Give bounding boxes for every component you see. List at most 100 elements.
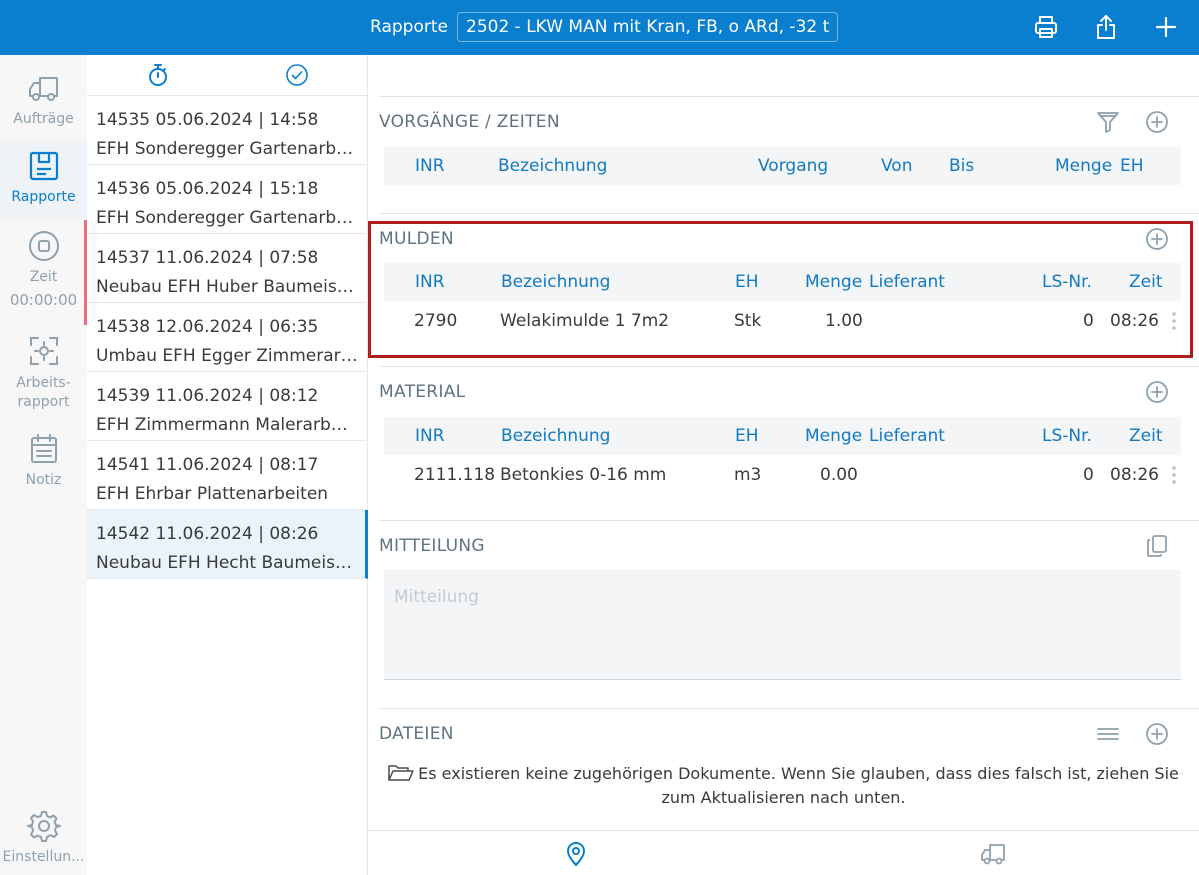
list-item-title: EFH Sonderegger Gartenarbeiten	[96, 139, 358, 159]
add-circle-icon[interactable]	[1145, 110, 1169, 134]
nav-item-einstellungen[interactable]: Einstellun...	[0, 809, 87, 865]
col-vorgang: Vorgang	[758, 156, 829, 176]
list-menu-icon[interactable]	[1096, 722, 1120, 746]
nav-item-auftraege[interactable]: Aufträge	[0, 71, 87, 127]
col-eh: EH	[735, 272, 759, 292]
cell-zeit: 08:26	[1110, 465, 1159, 485]
report-detail: VORGÄNGE / ZEITEN INR Bezeichnung Vorgan…	[368, 55, 1199, 830]
col-bis: Bis	[949, 156, 975, 176]
report-icon	[29, 151, 58, 181]
row-menu-icon[interactable]	[1172, 466, 1176, 484]
copy-icon[interactable]	[1145, 534, 1169, 558]
nav-label-notiz: Notiz	[25, 472, 62, 488]
nav-label-arbeitsrapport: Arbeits-rapport	[16, 375, 71, 410]
divider	[379, 708, 1199, 709]
list-item-header: 14542 11.06.2024 | 08:26	[96, 524, 319, 544]
divider	[379, 96, 1199, 97]
cell-lsnr: 0	[1083, 311, 1094, 331]
cell-bezeichnung: Betonkies 0-16 mm	[500, 465, 667, 485]
list-item[interactable]: 14536 05.06.2024 | 15:18 EFH Sonderegger…	[87, 165, 366, 234]
stopwatch-icon[interactable]	[146, 63, 170, 87]
filter-icon[interactable]	[1096, 110, 1120, 134]
list-item-header: 14538 12.06.2024 | 06:35	[96, 317, 319, 337]
check-circle-icon[interactable]	[285, 63, 309, 87]
cell-menge: 0.00	[820, 465, 858, 485]
cell-bezeichnung: Welakimulde 1 7m2	[500, 311, 670, 331]
printer-icon[interactable]	[1033, 14, 1059, 40]
col-bezeichnung: Bezeichnung	[501, 426, 611, 446]
list-item-header: 14537 11.06.2024 | 07:58	[96, 248, 319, 268]
col-menge: Menge	[1055, 156, 1113, 176]
list-item-header: 14536 05.06.2024 | 15:18	[96, 179, 319, 199]
timer-value: 00:00:00	[9, 291, 78, 309]
cell-eh: m3	[734, 465, 762, 485]
cell-inr: 2111.118	[414, 465, 496, 485]
col-inr: INR	[415, 156, 445, 176]
vorgaenge-table-header: INR Bezeichnung Vorgang Von Bis Menge EH	[384, 147, 1181, 185]
mitteilung-placeholder: Mitteilung	[394, 587, 479, 607]
list-item-header: 14539 11.06.2024 | 08:12	[96, 386, 319, 406]
section-title-mulden: MULDEN	[379, 229, 454, 249]
bottom-bar	[368, 830, 1199, 875]
list-item-title: Neubau EFH Huber Baumeisterarbeiten	[96, 277, 358, 297]
top-bar: Rapporte 2502 - LKW MAN mit Kran, FB, o …	[0, 0, 1199, 55]
nav-item-notiz[interactable]: Notiz	[0, 432, 87, 488]
add-circle-icon[interactable]	[1145, 722, 1169, 746]
divider	[379, 520, 1199, 521]
col-inr: INR	[415, 426, 445, 446]
cell-zeit: 08:26	[1110, 311, 1159, 331]
nav-label-einstellungen: Einstellun...	[2, 849, 85, 865]
col-lieferant: Lieferant	[869, 426, 945, 446]
col-eh: EH	[1120, 156, 1144, 176]
truck-icon[interactable]	[980, 841, 1006, 867]
mitteilung-field[interactable]: Mitteilung	[384, 570, 1181, 680]
nav-label-zeit: Zeit	[29, 269, 58, 285]
files-empty-text: Es existieren keine zugehörigen Dokument…	[418, 764, 1179, 807]
share-icon[interactable]	[1093, 14, 1119, 40]
add-circle-icon[interactable]	[1145, 227, 1169, 251]
col-von: Von	[881, 156, 913, 176]
gear-icon	[26, 811, 61, 842]
add-circle-icon[interactable]	[1145, 380, 1169, 404]
folder-open-icon	[388, 765, 414, 781]
list-item-header: 14535 05.06.2024 | 14:58	[96, 110, 319, 130]
col-lsnr: LS-Nr.	[1042, 426, 1092, 446]
truck-icon	[28, 77, 58, 101]
nav-item-arbeitsrapport[interactable]: Arbeits-rapport	[0, 334, 87, 412]
row-menu-icon[interactable]	[1172, 312, 1176, 330]
col-menge: Menge	[805, 426, 863, 446]
col-lsnr: LS-Nr.	[1042, 272, 1092, 292]
section-title-mitteilung: MITTEILUNG	[379, 536, 485, 556]
cell-inr: 2790	[414, 311, 458, 331]
cell-menge: 1.00	[825, 311, 863, 331]
section-title-vorgaenge: VORGÄNGE / ZEITEN	[379, 112, 560, 132]
calendar-icon	[30, 434, 57, 463]
side-nav: Aufträge Rapporte Zeit 00:00:00 Arbeits-…	[0, 55, 87, 875]
nav-item-zeit[interactable]: Zeit 00:00:00	[0, 229, 87, 309]
plus-icon[interactable]	[1153, 14, 1179, 40]
location-pin-icon[interactable]	[563, 841, 589, 867]
list-item[interactable]: 14537 11.06.2024 | 07:58 Neubau EFH Hube…	[87, 234, 366, 303]
list-item[interactable]: 14539 11.06.2024 | 08:12 EFH Zimmermann …	[87, 372, 366, 441]
col-zeit: Zeit	[1129, 426, 1163, 446]
list-item[interactable]: 14538 12.06.2024 | 06:35 Umbau EFH Egger…	[87, 303, 366, 372]
list-item-title: EFH Zimmermann Malerarbeiten	[96, 415, 358, 435]
list-item[interactable]: 14535 05.06.2024 | 14:58 EFH Sonderegger…	[87, 96, 366, 165]
list-item-title: EFH Ehrbar Plattenarbeiten	[96, 484, 329, 504]
col-eh: EH	[735, 426, 759, 446]
list-item-selected[interactable]: 14542 11.06.2024 | 08:26 Neubau EFH Hech…	[87, 510, 368, 579]
col-zeit: Zeit	[1129, 272, 1163, 292]
list-item[interactable]: 14541 11.06.2024 | 08:17 EFH Ehrbar Plat…	[87, 441, 366, 510]
vehicle-select[interactable]: 2502 - LKW MAN mit Kran, FB, o ARd, -32 …	[457, 12, 839, 42]
list-tabs	[87, 55, 368, 96]
list-item-header: 14541 11.06.2024 | 08:17	[96, 455, 319, 475]
col-lieferant: Lieferant	[869, 272, 945, 292]
cell-eh: Stk	[734, 311, 762, 331]
page-title: Rapporte	[370, 17, 448, 37]
section-title-material: MATERIAL	[379, 382, 466, 402]
cell-lsnr: 0	[1083, 465, 1094, 485]
list-item-title: EFH Sonderegger Gartenarbeiten	[96, 208, 358, 228]
nav-item-rapporte[interactable]: Rapporte	[0, 141, 87, 219]
scan-icon	[29, 337, 58, 365]
list-item-title: Umbau EFH Egger Zimmerarbeiten	[96, 346, 358, 366]
